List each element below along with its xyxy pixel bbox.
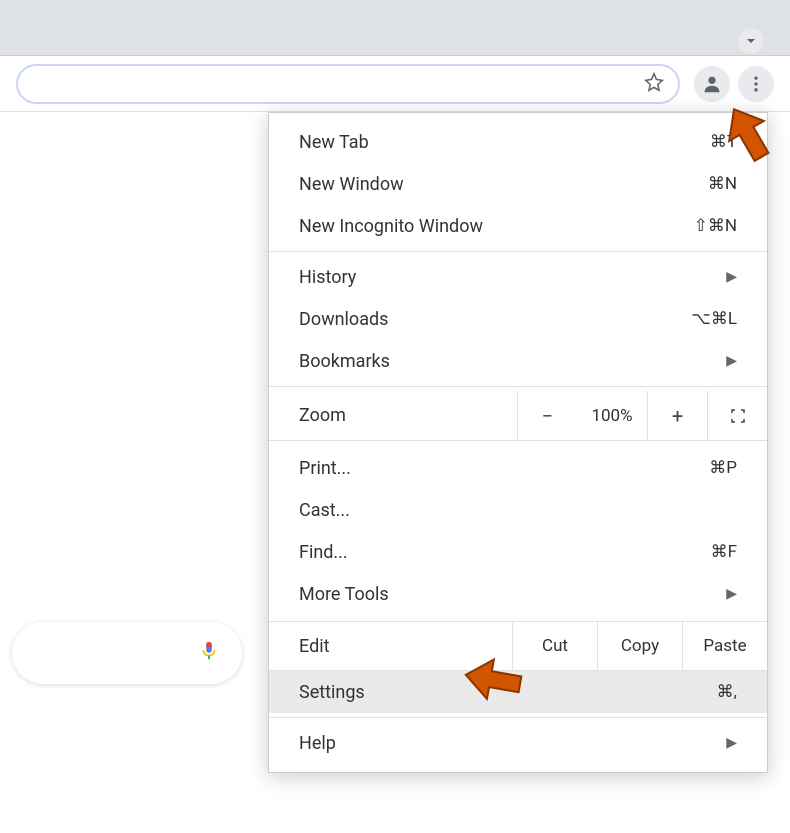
menu-label: Find... bbox=[299, 542, 711, 563]
zoom-out-button[interactable]: − bbox=[517, 391, 577, 440]
paste-button[interactable]: Paste bbox=[682, 622, 767, 670]
menu-find[interactable]: Find... ⌘F bbox=[269, 531, 767, 573]
menu-more-tools[interactable]: More Tools ▶ bbox=[269, 573, 767, 615]
menu-history[interactable]: History ▶ bbox=[269, 256, 767, 298]
search-box[interactable] bbox=[12, 622, 242, 684]
menu-label: New Tab bbox=[299, 132, 710, 153]
menu-label: Settings bbox=[299, 682, 717, 703]
menu-divider bbox=[269, 386, 767, 387]
kebab-menu-icon[interactable] bbox=[738, 66, 774, 102]
menu-divider bbox=[269, 251, 767, 252]
menu-shortcut: ⌥⌘L bbox=[691, 309, 737, 329]
menu-bookmarks[interactable]: Bookmarks ▶ bbox=[269, 340, 767, 382]
zoom-value: 100% bbox=[577, 406, 647, 426]
profile-icon[interactable] bbox=[694, 66, 730, 102]
menu-downloads[interactable]: Downloads ⌥⌘L bbox=[269, 298, 767, 340]
menu-label: Edit bbox=[299, 636, 512, 657]
menu-new-tab[interactable]: New Tab ⌘T bbox=[269, 121, 767, 163]
menu-label: Cast... bbox=[299, 500, 737, 521]
browser-toolbar bbox=[0, 56, 790, 112]
menu-shortcut: ⌘, bbox=[717, 682, 737, 702]
chevron-right-icon: ▶ bbox=[726, 353, 737, 369]
chevron-right-icon: ▶ bbox=[726, 586, 737, 602]
menu-shortcut: ⇧⌘N bbox=[694, 216, 737, 236]
menu-label: New Incognito Window bbox=[299, 216, 694, 237]
menu-print[interactable]: Print... ⌘P bbox=[269, 447, 767, 489]
menu-settings[interactable]: Settings ⌘, bbox=[269, 671, 767, 713]
microphone-icon[interactable] bbox=[198, 637, 220, 669]
cut-button[interactable]: Cut bbox=[512, 622, 597, 670]
menu-label: More Tools bbox=[299, 584, 718, 605]
zoom-in-button[interactable]: + bbox=[647, 391, 707, 440]
menu-shortcut: ⌘F bbox=[711, 542, 737, 562]
menu-label: New Window bbox=[299, 174, 708, 195]
menu-label: History bbox=[299, 267, 718, 288]
menu-shortcut: ⌘P bbox=[709, 458, 737, 478]
menu-label: Help bbox=[299, 733, 718, 754]
menu-label: Print... bbox=[299, 458, 709, 479]
menu-shortcut: ⌘T bbox=[710, 132, 737, 152]
menu-label: Downloads bbox=[299, 309, 691, 330]
menu-zoom: Zoom − 100% + bbox=[269, 391, 767, 441]
browser-titlebar bbox=[0, 0, 790, 56]
menu-new-incognito[interactable]: New Incognito Window ⇧⌘N bbox=[269, 205, 767, 247]
fullscreen-button[interactable] bbox=[707, 391, 767, 440]
menu-edit: Edit Cut Copy Paste bbox=[269, 621, 767, 671]
address-bar[interactable] bbox=[16, 64, 680, 104]
menu-label: Bookmarks bbox=[299, 351, 718, 372]
menu-help[interactable]: Help ▶ bbox=[269, 722, 767, 764]
menu-shortcut: ⌘N bbox=[708, 174, 737, 194]
bookmark-star-icon[interactable] bbox=[644, 72, 664, 96]
menu-label: Zoom bbox=[299, 405, 517, 426]
copy-button[interactable]: Copy bbox=[597, 622, 682, 670]
menu-cast[interactable]: Cast... bbox=[269, 489, 767, 531]
titlebar-dropdown-icon[interactable] bbox=[738, 28, 764, 54]
chevron-right-icon: ▶ bbox=[726, 735, 737, 751]
menu-new-window[interactable]: New Window ⌘N bbox=[269, 163, 767, 205]
chevron-right-icon: ▶ bbox=[726, 269, 737, 285]
browser-menu: New Tab ⌘T New Window ⌘N New Incognito W… bbox=[268, 112, 768, 773]
menu-divider bbox=[269, 717, 767, 718]
